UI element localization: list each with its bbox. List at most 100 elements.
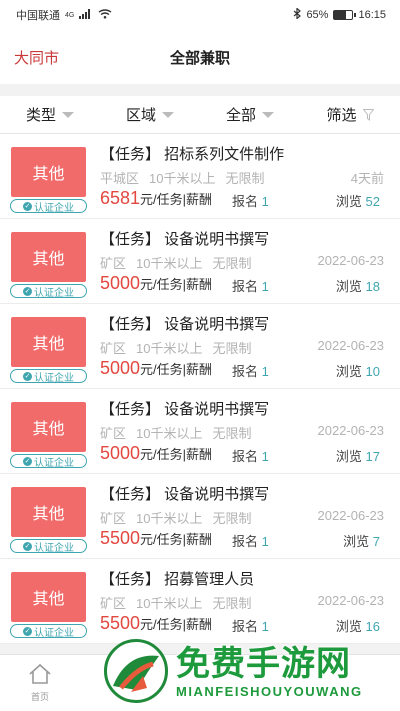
job-card[interactable]: 其他 ✓ 认证企业 【任务】 设备说明书撰写 矿区 10千米以上 无限制 2022-0… xyxy=(0,219,400,304)
signup-label: 报名 xyxy=(232,279,259,294)
views-count: 7 xyxy=(372,534,380,549)
signup-count: 1 xyxy=(261,619,269,634)
job-district: 矿区 xyxy=(100,256,127,271)
job-category-thumb: 其他 xyxy=(11,147,86,197)
battery-icon xyxy=(333,10,357,20)
shield-check-icon: ✓ xyxy=(23,371,32,381)
tab-home-label: 首页 xyxy=(30,692,49,702)
filter-type-label: 类型 xyxy=(25,107,56,124)
signup-label: 报名 xyxy=(232,619,259,634)
job-views: 浏览 52 xyxy=(336,191,380,210)
job-views: 浏览 10 xyxy=(336,361,380,380)
job-date: 2022-06-23 xyxy=(317,338,385,353)
signup-count: 1 xyxy=(261,534,269,549)
job-price-unit: 元/任务|薪酬 xyxy=(140,447,213,462)
job-distance: 10千米以上 xyxy=(136,426,203,441)
views-count: 10 xyxy=(365,364,380,379)
job-price-amount: 5000 xyxy=(100,273,141,293)
filter-type[interactable]: 类型 xyxy=(0,96,100,133)
job-views: 浏览 7 xyxy=(343,531,380,550)
job-district: 矿区 xyxy=(100,426,127,441)
signup-count: 1 xyxy=(261,279,269,294)
views-count: 52 xyxy=(365,194,380,209)
clock: 16:15 xyxy=(358,9,386,21)
job-price: 5500元/任务|薪酬 xyxy=(100,528,212,549)
job-price-unit: 元/任务|薪酬 xyxy=(140,277,213,292)
job-price-unit: 元/任务|薪酬 xyxy=(140,617,213,632)
tab-home[interactable]: 首页 xyxy=(0,655,80,711)
job-price: 5500元/任务|薪酬 xyxy=(100,613,212,634)
filter-screen-label: 筛选 xyxy=(326,107,357,124)
certified-badge: ✓ 认证企业 xyxy=(10,624,87,639)
job-date: 2022-06-23 xyxy=(317,423,385,438)
status-bar: 中国联通 4G 65% 16:15 xyxy=(0,0,400,30)
filter-all-label: 全部 xyxy=(225,107,256,124)
job-title: 【任务】 设备说明书撰写 xyxy=(100,486,270,503)
shield-check-icon: ✓ xyxy=(23,456,32,466)
job-signups: 报名 1 xyxy=(232,616,269,635)
filter-region-label: 区域 xyxy=(125,107,156,124)
job-date: 2022-06-23 xyxy=(317,593,385,608)
job-district: 矿区 xyxy=(100,511,127,526)
battery-percent: 65% xyxy=(306,9,329,21)
certified-label: 认证企业 xyxy=(34,372,74,384)
shield-check-icon: ✓ xyxy=(23,286,32,296)
job-title: 【任务】 设备说明书撰写 xyxy=(100,231,270,248)
job-date: 4天前 xyxy=(350,171,384,186)
certified-badge: ✓ 认证企业 xyxy=(10,539,87,554)
job-district: 矿区 xyxy=(100,341,127,356)
job-district: 矿区 xyxy=(100,596,127,611)
job-category-thumb: 其他 xyxy=(11,572,86,622)
job-price-unit: 元/任务|薪酬 xyxy=(140,192,213,207)
caret-down-icon xyxy=(262,111,274,118)
job-title: 【任务】 设备说明书撰写 xyxy=(100,401,270,418)
job-card[interactable]: 其他 ✓ 认证企业 【任务】 设备说明书撰写 矿区 10千米以上 无限制 2022-0… xyxy=(0,474,400,559)
job-views: 浏览 18 xyxy=(336,276,380,295)
signup-count: 1 xyxy=(261,449,269,464)
job-limit: 无限制 xyxy=(212,511,252,526)
job-meta: 矿区 10千米以上 无限制 xyxy=(100,253,262,272)
job-list: 其他 ✓ 认证企业 【任务】 招标系列文件制作 平城区 10千米以上 无限制 4天前 … xyxy=(0,134,400,644)
filter-screen[interactable]: 筛选 xyxy=(300,96,400,133)
job-distance: 10千米以上 xyxy=(136,596,203,611)
views-count: 17 xyxy=(365,449,380,464)
job-card[interactable]: 其他 ✓ 认证企业 【任务】 招募管理人员 矿区 10千米以上 无限制 2022-06… xyxy=(0,559,400,644)
job-limit: 无限制 xyxy=(212,596,252,611)
job-limit: 无限制 xyxy=(212,426,252,441)
job-date: 2022-06-23 xyxy=(317,508,385,523)
signal-icon xyxy=(79,8,93,22)
certified-badge: ✓ 认证企业 xyxy=(10,369,87,384)
filter-region[interactable]: 区域 xyxy=(100,96,200,133)
job-meta: 矿区 10千米以上 无限制 xyxy=(100,593,262,612)
job-price-amount: 5000 xyxy=(100,358,141,378)
job-category-thumb: 其他 xyxy=(11,317,86,367)
job-price-amount: 6581 xyxy=(100,188,141,208)
job-signups: 报名 1 xyxy=(232,276,269,295)
city-selector[interactable]: 大同市 xyxy=(14,47,59,68)
views-label: 浏览 xyxy=(335,619,362,634)
job-district: 平城区 xyxy=(100,171,140,186)
job-card[interactable]: 其他 ✓ 认证企业 【任务】 设备说明书撰写 矿区 10千米以上 无限制 2022-0… xyxy=(0,304,400,389)
signup-label: 报名 xyxy=(232,449,259,464)
job-distance: 10千米以上 xyxy=(136,256,203,271)
signup-count: 1 xyxy=(261,194,269,209)
job-price: 5000元/任务|薪酬 xyxy=(100,443,212,464)
caret-down-icon xyxy=(62,111,74,118)
job-card[interactable]: 其他 ✓ 认证企业 【任务】 招标系列文件制作 平城区 10千米以上 无限制 4天前 … xyxy=(0,134,400,219)
job-views: 浏览 17 xyxy=(336,446,380,465)
job-price: 5000元/任务|薪酬 xyxy=(100,273,212,294)
filter-all[interactable]: 全部 xyxy=(200,96,300,133)
wifi-icon xyxy=(98,8,112,22)
job-limit: 无限制 xyxy=(212,256,252,271)
job-card[interactable]: 其他 ✓ 认证企业 【任务】 设备说明书撰写 矿区 10千米以上 无限制 2022-0… xyxy=(0,389,400,474)
views-label: 浏览 xyxy=(335,279,362,294)
page-title: 全部兼职 xyxy=(169,49,230,67)
job-distance: 10千米以上 xyxy=(149,171,216,186)
job-price-amount: 5000 xyxy=(100,443,141,463)
job-date: 2022-06-23 xyxy=(317,253,385,268)
signup-label: 报名 xyxy=(232,534,259,549)
filter-bar: 类型 区域 全部 筛选 xyxy=(0,96,400,134)
signup-label: 报名 xyxy=(232,364,259,379)
job-category-thumb: 其他 xyxy=(11,232,86,282)
job-signups: 报名 1 xyxy=(232,191,269,210)
